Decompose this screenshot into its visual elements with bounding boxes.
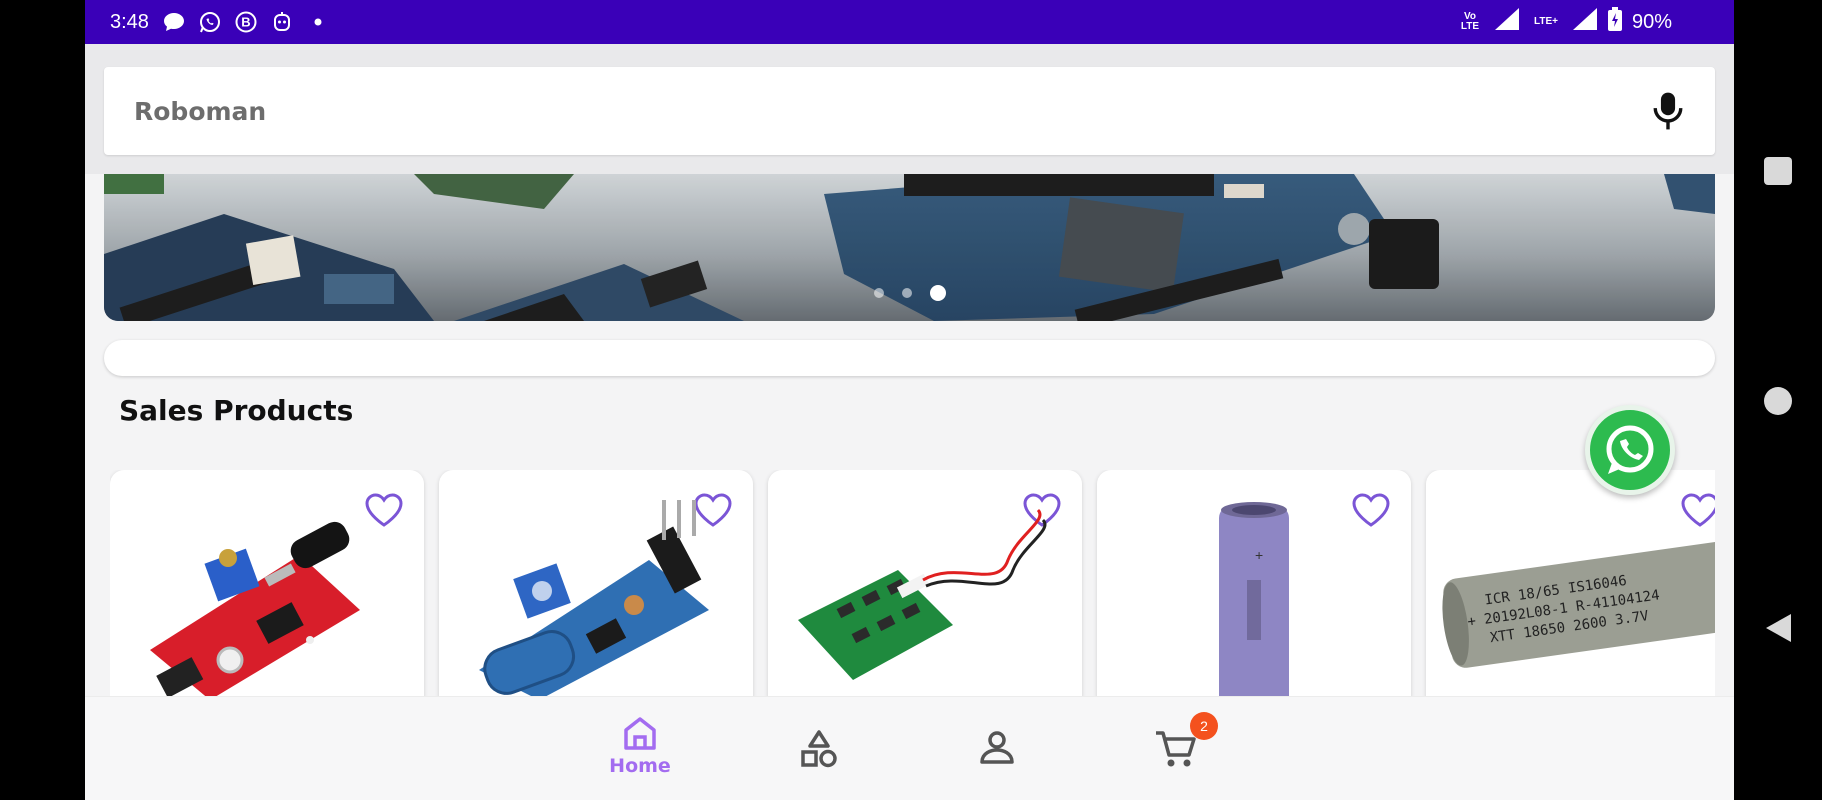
product-card[interactable]: ICR 18/65 IS16046 + 20192L08-1 R-4110412…	[1426, 470, 1715, 696]
grey-18650-battery-image: ICR 18/65 IS16046 + 20192L08-1 R-4110412…	[1442, 540, 1715, 668]
carousel-dot[interactable]	[901, 288, 912, 298]
volte-label: Vo LTE	[1460, 11, 1480, 32]
battery-icon	[1607, 7, 1622, 37]
nav-home-label: Home	[609, 755, 671, 777]
robot-icon	[271, 11, 293, 33]
carousel-dot[interactable]	[873, 288, 884, 298]
lte-label: LTE+	[1533, 16, 1558, 27]
cart-icon	[1156, 731, 1196, 767]
nav-categories[interactable]	[759, 697, 879, 800]
home-icon	[624, 717, 656, 750]
dot-icon	[307, 11, 329, 33]
signal-icon-2	[1572, 7, 1598, 37]
mic-icon[interactable]	[1651, 91, 1685, 131]
nav-home[interactable]: Home	[580, 697, 700, 800]
whatsapp-chat-button[interactable]	[1585, 405, 1675, 495]
bms-protection-board-image	[798, 508, 1047, 680]
profile-icon	[980, 731, 1014, 764]
system-navigation-bar	[1734, 0, 1822, 800]
product-card[interactable]	[439, 470, 753, 696]
back-button[interactable]	[1763, 612, 1793, 644]
b-app-icon: B	[235, 11, 257, 33]
chat-bubble-icon	[163, 11, 185, 33]
battery-percent: 90%	[1631, 10, 1672, 33]
vibration-sensor-module-image	[479, 500, 709, 696]
status-bar: 3:48 B Vo LTE LTE+ 90%	[85, 0, 1734, 44]
notice-bar	[104, 340, 1715, 376]
search-bar[interactable]: Roboman	[104, 67, 1715, 155]
signal-icon	[1494, 7, 1520, 37]
categories-icon	[801, 730, 837, 768]
search-area: Roboman	[85, 44, 1734, 174]
search-input[interactable]: Roboman	[134, 97, 266, 126]
svg-text:B: B	[241, 15, 250, 30]
sales-products-list[interactable]: + ICR 18/65 IS16046 + 20192L08-1 R-41104…	[110, 470, 1715, 696]
product-card[interactable]: +	[1097, 470, 1411, 696]
recents-button[interactable]	[1764, 157, 1792, 185]
promo-banner-carousel[interactable]	[104, 174, 1715, 321]
svg-text:+: +	[1255, 547, 1263, 563]
cart-count-badge: 2	[1190, 712, 1218, 740]
status-time: 3:48	[110, 10, 149, 33]
carousel-dot-active[interactable]	[929, 285, 946, 301]
whatsapp-icon	[1606, 425, 1654, 474]
section-title: Sales Products	[119, 394, 354, 427]
whatsapp-icon	[199, 11, 221, 33]
nav-cart[interactable]	[1116, 697, 1236, 800]
bottom-navigation: Home	[85, 696, 1734, 800]
nav-profile[interactable]	[937, 697, 1057, 800]
home-system-button[interactable]	[1764, 387, 1792, 415]
product-card[interactable]	[768, 470, 1082, 696]
purple-18650-battery-image: +	[1219, 502, 1289, 696]
app-screen: 3:48 B Vo LTE LTE+ 90% Roboman Sales Pro…	[85, 0, 1734, 800]
carousel-indicator	[104, 285, 1715, 301]
product-card[interactable]	[110, 470, 424, 696]
flame-sensor-module-image	[150, 521, 360, 696]
